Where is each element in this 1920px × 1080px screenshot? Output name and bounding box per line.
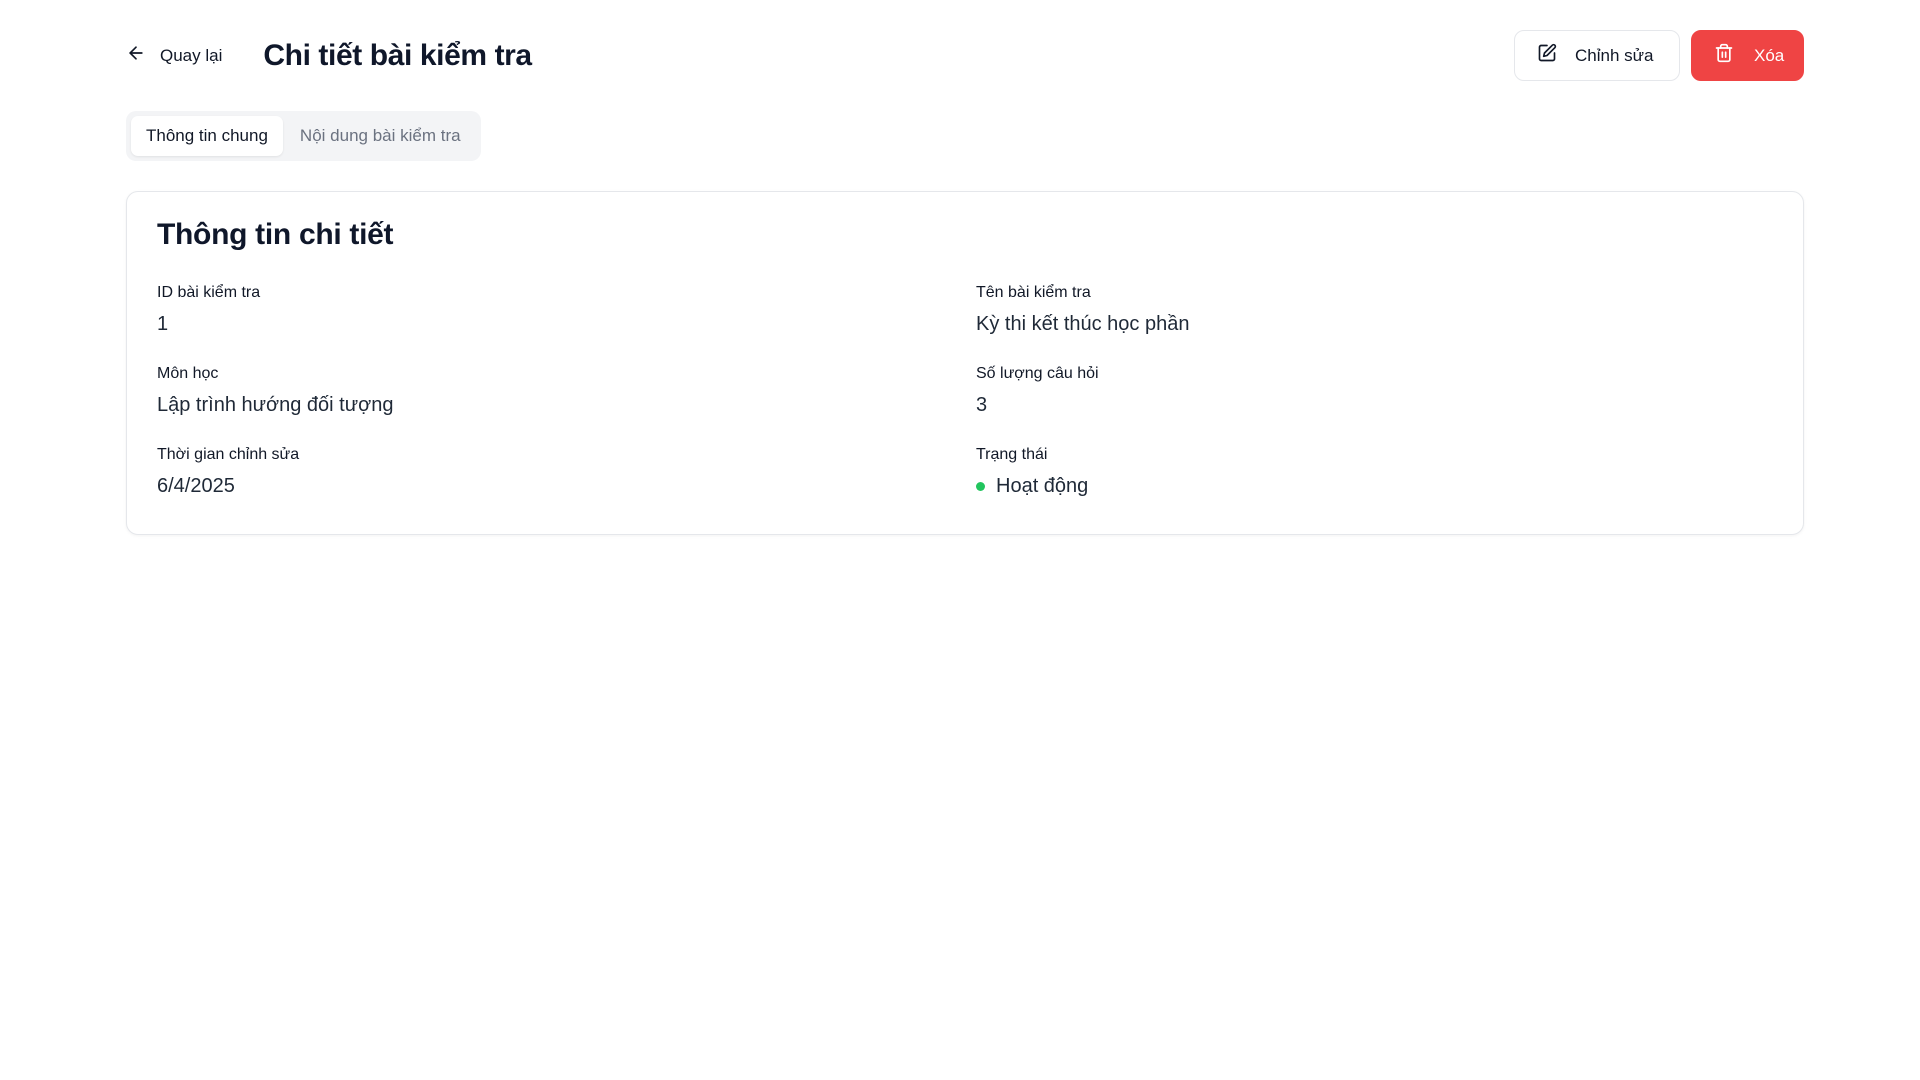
back-label: Quay lại — [160, 45, 223, 65]
delete-button-label: Xóa — [1754, 45, 1785, 65]
field-status: Trạng thái Hoạt động — [976, 446, 1088, 498]
field-label: Môn học — [157, 365, 219, 382]
status-indicator: Hoạt động — [976, 475, 1088, 498]
page-title: Chi tiết bài kiểm tra — [263, 38, 532, 72]
page: Quay lại Chi tiết bài kiểm tra Chỉnh sửa — [0, 0, 1920, 1080]
back-button[interactable]: Quay lại — [114, 35, 234, 76]
status-dot-icon — [976, 482, 985, 491]
page-header: Quay lại Chi tiết bài kiểm tra Chỉnh sửa — [126, 30, 1804, 81]
arrow-left-icon — [126, 43, 146, 68]
tab-test-content[interactable]: Nội dung bài kiểm tra — [285, 116, 476, 156]
field-subject: Môn học Lập trình hướng đối tượng — [157, 365, 393, 417]
tab-list: Thông tin chung Nội dung bài kiểm tra — [126, 111, 481, 161]
field-label: ID bài kiểm tra — [157, 284, 261, 301]
field-label: Thời gian chỉnh sửa — [157, 446, 300, 463]
field-test-id: ID bài kiểm tra 1 — [157, 284, 260, 336]
detail-card: Thông tin chi tiết ID bài kiểm tra 1 Tên… — [126, 191, 1804, 535]
edit-button[interactable]: Chỉnh sửa — [1514, 30, 1680, 81]
edit-button-label: Chỉnh sửa — [1575, 45, 1654, 65]
field-label: Tên bài kiểm tra — [976, 284, 1091, 301]
field-edited-time: Thời gian chỉnh sửa 6/4/2025 — [157, 446, 299, 498]
field-test-name: Tên bài kiểm tra Kỳ thi kết thúc học phầ… — [976, 284, 1189, 336]
field-label: Trạng thái — [976, 446, 1048, 463]
trash-icon — [1714, 43, 1734, 68]
status-text: Hoạt động — [996, 475, 1089, 497]
field-value: 3 — [976, 394, 988, 416]
header-left: Quay lại Chi tiết bài kiểm tra — [126, 35, 532, 76]
card-title: Thông tin chi tiết — [157, 218, 394, 251]
tab-general-info[interactable]: Thông tin chung — [131, 116, 283, 156]
delete-button[interactable]: Xóa — [1691, 30, 1804, 81]
field-value: 1 — [157, 313, 169, 335]
header-actions: Chỉnh sửa Xóa — [1514, 30, 1804, 81]
field-value: Lập trình hướng đối tượng — [157, 394, 394, 416]
field-value: Kỳ thi kết thúc học phần — [976, 313, 1190, 335]
field-label: Số lượng câu hỏi — [976, 365, 1099, 382]
field-question-count: Số lượng câu hỏi 3 — [976, 365, 1099, 417]
field-value: 6/4/2025 — [157, 475, 235, 497]
pencil-square-icon — [1537, 43, 1557, 68]
